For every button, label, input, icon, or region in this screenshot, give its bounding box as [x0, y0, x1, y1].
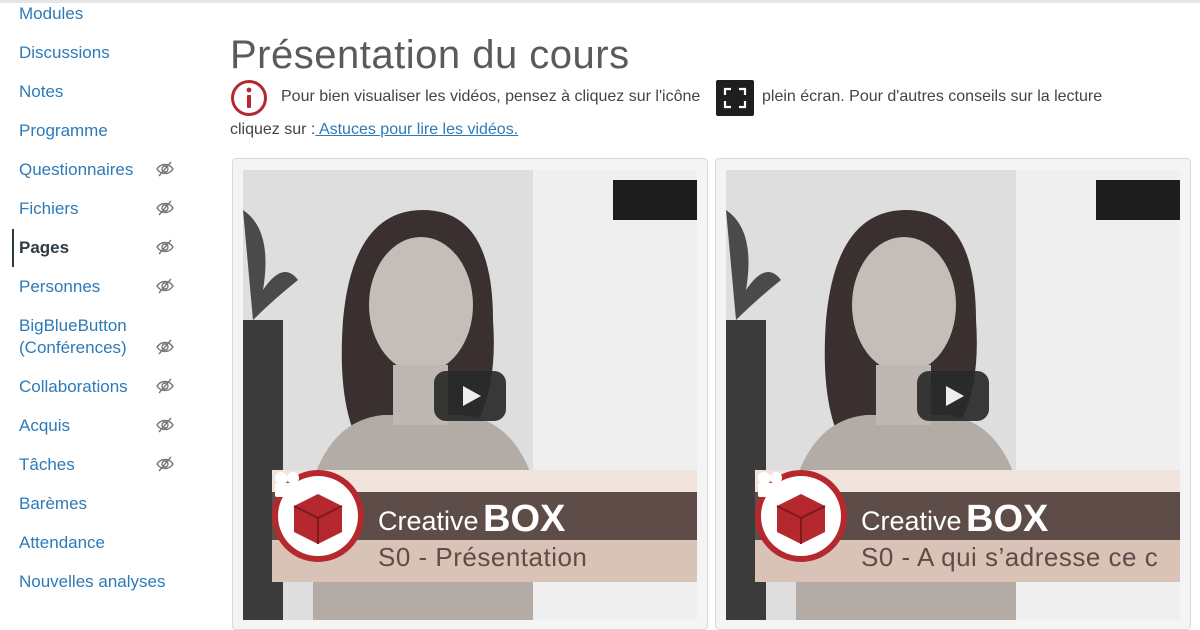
eye-slash-icon: [156, 456, 174, 472]
eye-slash-icon: [156, 278, 174, 294]
video-card: Creative BOX S0 - A qui s’adresse ce c: [715, 158, 1191, 630]
video-card: Creative BOX S0 - Présentation: [232, 158, 708, 630]
course-navigation: Modules Discussions Notes Programme Ques…: [0, 0, 205, 613]
eye-slash-icon: [156, 339, 174, 355]
eye-slash-icon: [156, 200, 174, 216]
brand-name-light: Creative: [861, 506, 962, 536]
sidebar-item-label[interactable]: Programme: [19, 120, 108, 142]
video-thumbnail[interactable]: Creative BOX S0 - Présentation: [243, 170, 697, 620]
sidebar-item-label[interactable]: Tâches: [19, 454, 75, 476]
fullscreen-icon: [716, 80, 754, 116]
video-camera-icon: [275, 472, 306, 497]
play-button[interactable]: [917, 371, 989, 421]
sidebar-item-label[interactable]: Personnes: [19, 276, 100, 298]
eye-slash-icon: [156, 161, 174, 177]
sidebar-item-label[interactable]: Pages: [19, 237, 69, 259]
sidebar-item-label[interactable]: Acquis: [19, 415, 70, 437]
eye-slash-icon: [156, 417, 174, 433]
sidebar-item-label[interactable]: Attendance: [19, 532, 105, 554]
info-text: Pour bien visualiser les vidéos, pensez …: [281, 88, 701, 105]
info-icon: [231, 80, 267, 116]
sidebar-item-label[interactable]: Fichiers: [19, 198, 79, 220]
sidebar-item-label[interactable]: Notes: [19, 81, 63, 103]
video-camera-icon: [758, 472, 789, 497]
info-text-continued: plein écran. Pour d'autres conseils sur …: [762, 88, 1103, 105]
sidebar-item-label[interactable]: BigBlueButton: [19, 315, 127, 337]
eye-slash-icon: [156, 378, 174, 394]
sidebar-item-label[interactable]: Collaborations: [19, 376, 128, 398]
sidebar-item-label[interactable]: Modules: [19, 3, 83, 25]
sidebar-item-label[interactable]: Discussions: [19, 42, 110, 64]
video-subtitle: S0 - A qui s’adresse ce c: [861, 542, 1159, 572]
video-title-banner: Creative BOX S0 - Présentation: [272, 470, 697, 582]
sidebar-item-label-line2[interactable]: (Conférences): [19, 337, 127, 359]
video-title-banner: Creative BOX S0 - A qui s’adresse ce c: [755, 470, 1180, 582]
tips-link[interactable]: Astuces pour lire les vidéos.: [315, 121, 518, 138]
info-link-prefix: cliquez sur :: [230, 121, 316, 138]
sidebar-item-label[interactable]: Barèmes: [19, 493, 87, 515]
video-subtitle: S0 - Présentation: [378, 542, 588, 572]
eye-slash-icon: [156, 239, 174, 255]
video-thumbnail[interactable]: Creative BOX S0 - A qui s’adresse ce c: [726, 170, 1180, 620]
play-button[interactable]: [434, 371, 506, 421]
info-text-line2: cliquez sur : Astuces pour lire les vidé…: [230, 121, 518, 139]
page-title: Présentation du cours: [230, 32, 630, 77]
sidebar-item-label[interactable]: Questionnaires: [19, 159, 133, 181]
brand-name-bold: BOX: [483, 498, 566, 540]
sidebar-item-label[interactable]: Nouvelles analyses: [19, 571, 165, 593]
brand-name-light: Creative: [378, 506, 479, 536]
brand-name-bold: BOX: [966, 498, 1049, 540]
